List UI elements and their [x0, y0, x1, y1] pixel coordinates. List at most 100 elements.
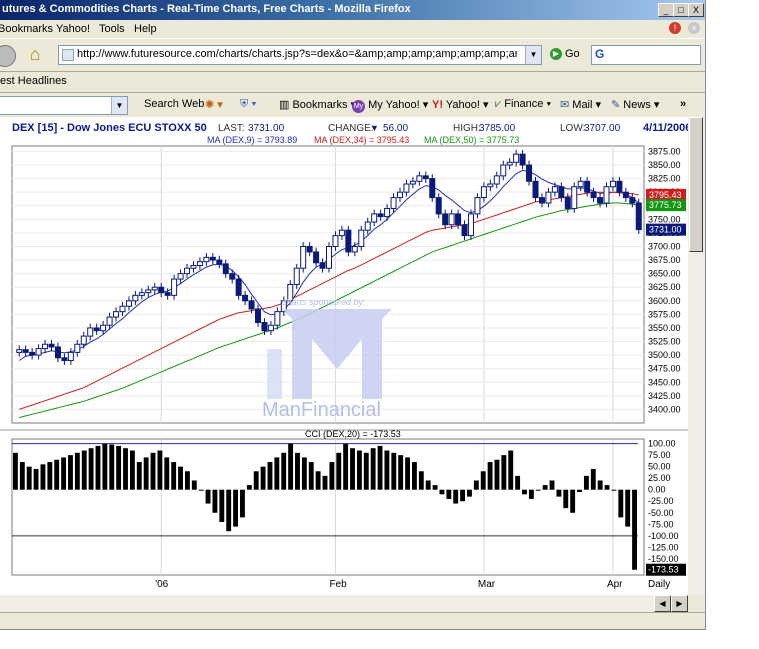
cci-bar	[350, 448, 355, 490]
candle-body	[196, 261, 203, 266]
finance-button[interactable]: ⩗ Finance ▾	[495, 98, 551, 111]
page-icon	[62, 49, 74, 61]
cci-bar	[411, 462, 417, 490]
price-badge-label: 3795.43	[649, 190, 682, 200]
y-tick-label: 3650.00	[648, 269, 681, 279]
stop-icon[interactable]: !	[669, 22, 681, 34]
home-icon[interactable]: ⌂	[24, 43, 46, 65]
finance-label: Finance	[504, 98, 544, 110]
menu-yahoo[interactable]: Yahoo!	[56, 23, 90, 35]
cci-bar	[542, 485, 548, 490]
news-button[interactable]: ✎ News ▾	[611, 98, 659, 111]
cci-bar	[184, 471, 190, 490]
chevron-down-icon[interactable]: ▼	[525, 46, 541, 64]
candle-body	[106, 316, 113, 326]
y-tick-label: 3450.00	[648, 377, 681, 387]
price-badge-label: 3731.00	[649, 225, 682, 235]
scroll-left-button[interactable]: ◀	[654, 595, 671, 612]
my-yahoo-button[interactable]: My My Yahoo! ▾	[352, 98, 428, 113]
cci-bar	[522, 489, 527, 495]
browser-window: utures & Commodities Charts - Real-Time …	[0, 0, 706, 630]
bookmarks-button[interactable]: ▥ Bookmarks ▾	[279, 98, 356, 111]
url-text[interactable]: http://www.futuresource.com/charts/chart…	[77, 48, 517, 60]
cci-bar	[473, 480, 479, 490]
y-tick-label: 3850.00	[648, 160, 681, 170]
cci-bar	[157, 450, 163, 490]
y-tick-label: 3600.00	[648, 296, 681, 306]
menu-help[interactable]: Help	[134, 23, 157, 35]
compass-icon[interactable]: ✺ ▾	[205, 98, 223, 111]
candle-body	[42, 343, 49, 350]
cci-bar	[109, 444, 115, 490]
candle-body	[145, 289, 152, 294]
menu-tools[interactable]: Tools	[99, 23, 125, 35]
close-button[interactable]: X	[688, 3, 704, 17]
toolbar-more-button[interactable]: »	[680, 98, 686, 110]
candle-body	[119, 305, 126, 313]
y-tick-label: 3675.00	[648, 255, 681, 265]
candle-body	[603, 186, 610, 204]
candle-body	[538, 197, 545, 204]
candle-body	[151, 286, 158, 291]
cci-bar	[81, 450, 87, 490]
candle-body	[345, 229, 352, 253]
candle-body	[551, 186, 558, 193]
candle-body	[577, 180, 584, 188]
yahoo-search-field[interactable]: ▼	[0, 96, 128, 115]
horizontal-scrollbar[interactable]: ◀ ▶	[0, 595, 688, 612]
candle-body	[371, 213, 378, 223]
news-icon: ✎	[611, 99, 621, 111]
candle-body	[396, 191, 403, 199]
candle-body	[319, 262, 326, 269]
cci-tick-label: -100.00	[648, 531, 679, 541]
cci-bar	[33, 468, 39, 490]
cci-bar	[604, 485, 610, 490]
candle-body	[242, 294, 249, 302]
scroll-right-button[interactable]: ▶	[671, 595, 688, 612]
cci-bar	[136, 462, 142, 490]
cci-bar	[288, 443, 294, 490]
price-badge-label: 3775.73	[649, 200, 682, 210]
candle-body	[203, 256, 210, 263]
navigation-toolbar: ⌂ http://www.futuresource.com/charts/cha…	[0, 38, 705, 72]
candle-body	[500, 164, 507, 177]
cci-bar	[233, 489, 239, 527]
go-label: Go	[565, 48, 580, 60]
go-button[interactable]: ▶ Go	[550, 45, 580, 63]
search-input[interactable]: G	[591, 45, 701, 65]
cci-bar	[391, 452, 397, 490]
cci-bar	[40, 464, 46, 490]
address-bar[interactable]: http://www.futuresource.com/charts/chart…	[58, 45, 542, 65]
cci-bar	[501, 455, 507, 490]
candle-body	[493, 175, 500, 185]
bookmark-item[interactable]: test Headlines	[0, 75, 67, 87]
vertical-scroll-thumb[interactable]	[689, 117, 703, 252]
menu-bar: Bookmarks Yahoo! Tools Help ! ×	[0, 20, 705, 38]
cci-bar	[13, 452, 18, 490]
back-button[interactable]	[0, 45, 16, 67]
cci-bar	[356, 450, 362, 490]
vertical-scrollbar[interactable]	[688, 117, 705, 595]
candle-body	[461, 224, 468, 237]
candle-body	[100, 324, 107, 332]
menu-bookmarks[interactable]: Bookmarks	[0, 23, 53, 35]
go-icon: ▶	[550, 48, 562, 61]
search-web-button[interactable]: Search Web	[144, 98, 204, 110]
cci-bar	[19, 462, 25, 490]
cci-bar	[336, 452, 342, 490]
candle-body	[384, 207, 391, 218]
minimize-button[interactable]: _	[658, 3, 674, 17]
mail-button[interactable]: ✉ Mail ▾	[560, 98, 601, 111]
cci-bar	[432, 485, 438, 490]
maximize-button[interactable]: □	[673, 3, 689, 17]
yahoo-button[interactable]: Y! Yahoo! ▾	[432, 98, 489, 111]
candle-body	[513, 153, 520, 163]
cci-title: CCI (DEX,20) = -173.53	[305, 429, 401, 439]
cci-bar	[281, 452, 287, 490]
candle-body	[480, 186, 487, 199]
chevron-down-icon[interactable]: ▼	[111, 97, 127, 114]
highlight-icon[interactable]: ⛨ ▾	[240, 98, 257, 111]
candle-body	[80, 335, 87, 345]
cci-bar	[583, 475, 589, 490]
reload-icon[interactable]: ×	[688, 22, 700, 34]
